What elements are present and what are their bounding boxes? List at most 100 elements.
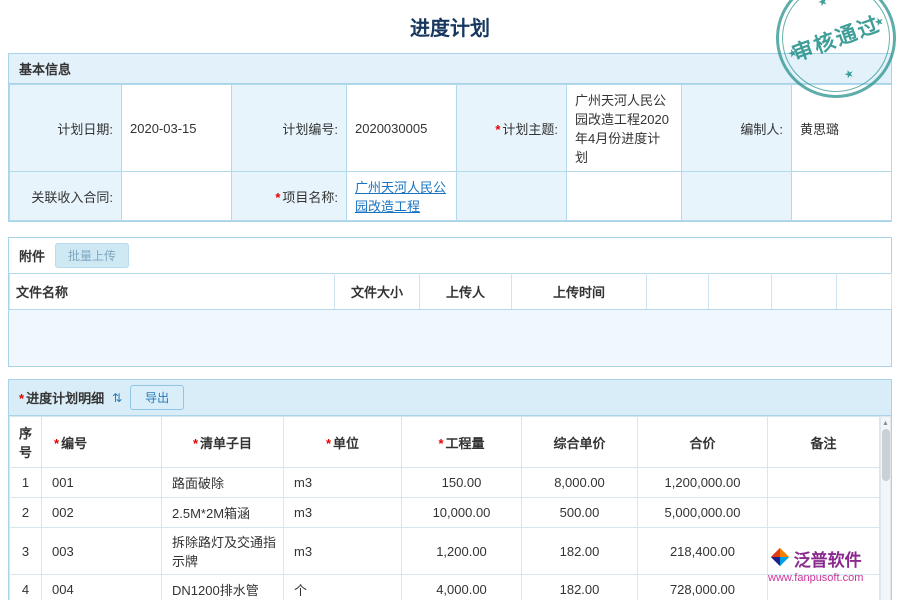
cell-price: 8,000.00	[522, 468, 638, 498]
cell-item: 2.5M*2M箱涵	[162, 498, 284, 528]
attach-col-filename: 文件名称	[10, 274, 335, 310]
plan-no-label: 计划编号:	[232, 85, 347, 172]
attachments-title: 附件	[19, 246, 45, 265]
cell-code: 003	[42, 528, 162, 575]
plan-no-value: 2020030005	[347, 85, 457, 172]
attach-col-uploader: 上传人	[420, 274, 512, 310]
col-remark: 备注	[768, 417, 880, 468]
cell-seq: 4	[10, 575, 42, 600]
table-row[interactable]: 1 001 路面破除 m3 150.00 8,000.00 1,200,000.…	[10, 468, 880, 498]
details-table: 序号 *编号 *清单子目 *单位 *工程量 综合单价 合价 备注 1 001 路…	[9, 416, 880, 600]
vendor-url[interactable]: www.fanpusoft.com	[768, 572, 863, 584]
basic-info-section: 基本信息 计划日期: 2020-03-15 计划编号: 2020030005 *…	[8, 53, 892, 222]
col-seq: 序号	[10, 417, 42, 468]
col-remark-text: 备注	[810, 436, 836, 451]
project-name-link[interactable]: 广州天河人民公园改造工程	[355, 180, 446, 214]
col-item-text: 清单子目	[200, 436, 252, 451]
sort-icon[interactable]: ⇅	[112, 391, 122, 405]
attach-col-empty	[772, 274, 837, 310]
empty-label-cell	[457, 172, 567, 221]
vendor-brand: 泛普软件 www.fanpusoft.com	[768, 546, 863, 584]
details-title: *进度计划明细	[19, 388, 104, 407]
cell-price: 500.00	[522, 498, 638, 528]
col-price: 综合单价	[522, 417, 638, 468]
cell-code: 001	[42, 468, 162, 498]
scrollbar-thumb[interactable]	[882, 429, 890, 481]
required-marker: *	[275, 190, 280, 205]
plan-date-value: 2020-03-15	[122, 85, 232, 172]
details-header-row: 序号 *编号 *清单子目 *单位 *工程量 综合单价 合价 备注	[10, 417, 880, 468]
cell-total: 1,200,000.00	[638, 468, 768, 498]
cell-seq: 3	[10, 528, 42, 575]
cell-total: 218,400.00	[638, 528, 768, 575]
author-label-text: 编制人:	[740, 122, 783, 137]
basic-info-table: 计划日期: 2020-03-15 计划编号: 2020030005 *计划主题:…	[9, 84, 892, 221]
plan-subject-label-text: 计划主题:	[502, 122, 558, 137]
col-code-text: 编号	[61, 436, 87, 451]
cell-remark	[768, 498, 880, 528]
details-header-bar: *进度计划明细 ⇅ 导出	[9, 380, 891, 416]
plan-no-label-text: 计划编号:	[282, 122, 338, 137]
fanpu-logo-icon	[770, 547, 790, 570]
plan-date-label-text: 计划日期:	[57, 122, 113, 137]
cell-code: 002	[42, 498, 162, 528]
batch-upload-button[interactable]: 批量上传	[55, 243, 129, 268]
attachments-table: 文件名称 文件大小 上传人 上传时间	[9, 273, 892, 310]
col-total-text: 合价	[689, 436, 715, 451]
project-name-cell: 广州天河人民公园改造工程	[347, 172, 457, 221]
table-scrollbar[interactable]: ▲	[880, 416, 891, 600]
cell-price: 182.00	[522, 575, 638, 600]
required-marker: *	[19, 391, 24, 406]
cell-total: 5,000,000.00	[638, 498, 768, 528]
details-table-wrap: 序号 *编号 *清单子目 *单位 *工程量 综合单价 合价 备注 1 001 路…	[9, 416, 891, 600]
col-qty: *工程量	[402, 417, 522, 468]
attach-col-empty	[647, 274, 709, 310]
cell-qty: 10,000.00	[402, 498, 522, 528]
required-marker: *	[438, 436, 443, 451]
plan-subject-label: *计划主题:	[457, 85, 567, 172]
required-marker: *	[495, 122, 500, 137]
cell-unit: 个	[284, 575, 402, 600]
details-section: *进度计划明细 ⇅ 导出 序号 *编号 *清单子目 *单位 *工程量 综合单价 …	[8, 379, 892, 600]
attach-col-filesize: 文件大小	[335, 274, 420, 310]
attachments-section: 附件 批量上传 文件名称 文件大小 上传人 上传时间	[8, 237, 892, 367]
related-contract-label: 关联收入合同:	[10, 172, 122, 221]
cell-qty: 1,200.00	[402, 528, 522, 575]
cell-qty: 4,000.00	[402, 575, 522, 600]
col-unit: *单位	[284, 417, 402, 468]
scroll-up-icon[interactable]: ▲	[882, 417, 889, 429]
basic-info-section-header: 基本信息	[9, 54, 891, 84]
col-total: 合价	[638, 417, 768, 468]
cell-unit: m3	[284, 528, 402, 575]
col-code: *编号	[42, 417, 162, 468]
cell-item: 拆除路灯及交通指示牌	[162, 528, 284, 575]
cell-unit: m3	[284, 468, 402, 498]
details-title-text: 进度计划明细	[26, 391, 104, 406]
table-row[interactable]: 3 003 拆除路灯及交通指示牌 m3 1,200.00 182.00 218,…	[10, 528, 880, 575]
attachments-titlebar: 附件 批量上传	[9, 238, 891, 273]
cell-seq: 1	[10, 468, 42, 498]
vendor-name: 泛普软件	[794, 546, 862, 571]
author-label: 编制人:	[682, 85, 792, 172]
col-item: *清单子目	[162, 417, 284, 468]
attach-col-uploadtime: 上传时间	[512, 274, 647, 310]
cell-qty: 150.00	[402, 468, 522, 498]
plan-subject-value: 广州天河人民公园改造工程2020年4月份进度计划	[567, 85, 682, 172]
project-name-label: *项目名称:	[232, 172, 347, 221]
required-marker: *	[326, 436, 331, 451]
author-value: 黄思璐	[792, 85, 892, 172]
attachments-empty-body	[9, 310, 891, 366]
empty-value-cell	[567, 172, 682, 221]
empty-label-cell	[682, 172, 792, 221]
cell-total: 728,000.00	[638, 575, 768, 600]
attach-col-empty	[709, 274, 772, 310]
col-price-text: 综合单价	[553, 436, 605, 451]
table-row[interactable]: 2 002 2.5M*2M箱涵 m3 10,000.00 500.00 5,00…	[10, 498, 880, 528]
col-unit-text: 单位	[333, 436, 359, 451]
cell-remark	[768, 468, 880, 498]
empty-value-cell	[792, 172, 892, 221]
plan-date-label: 计划日期:	[10, 85, 122, 172]
cell-unit: m3	[284, 498, 402, 528]
export-button[interactable]: 导出	[130, 385, 184, 410]
table-row[interactable]: 4 004 DN1200排水管 个 4,000.00 182.00 728,00…	[10, 575, 880, 600]
